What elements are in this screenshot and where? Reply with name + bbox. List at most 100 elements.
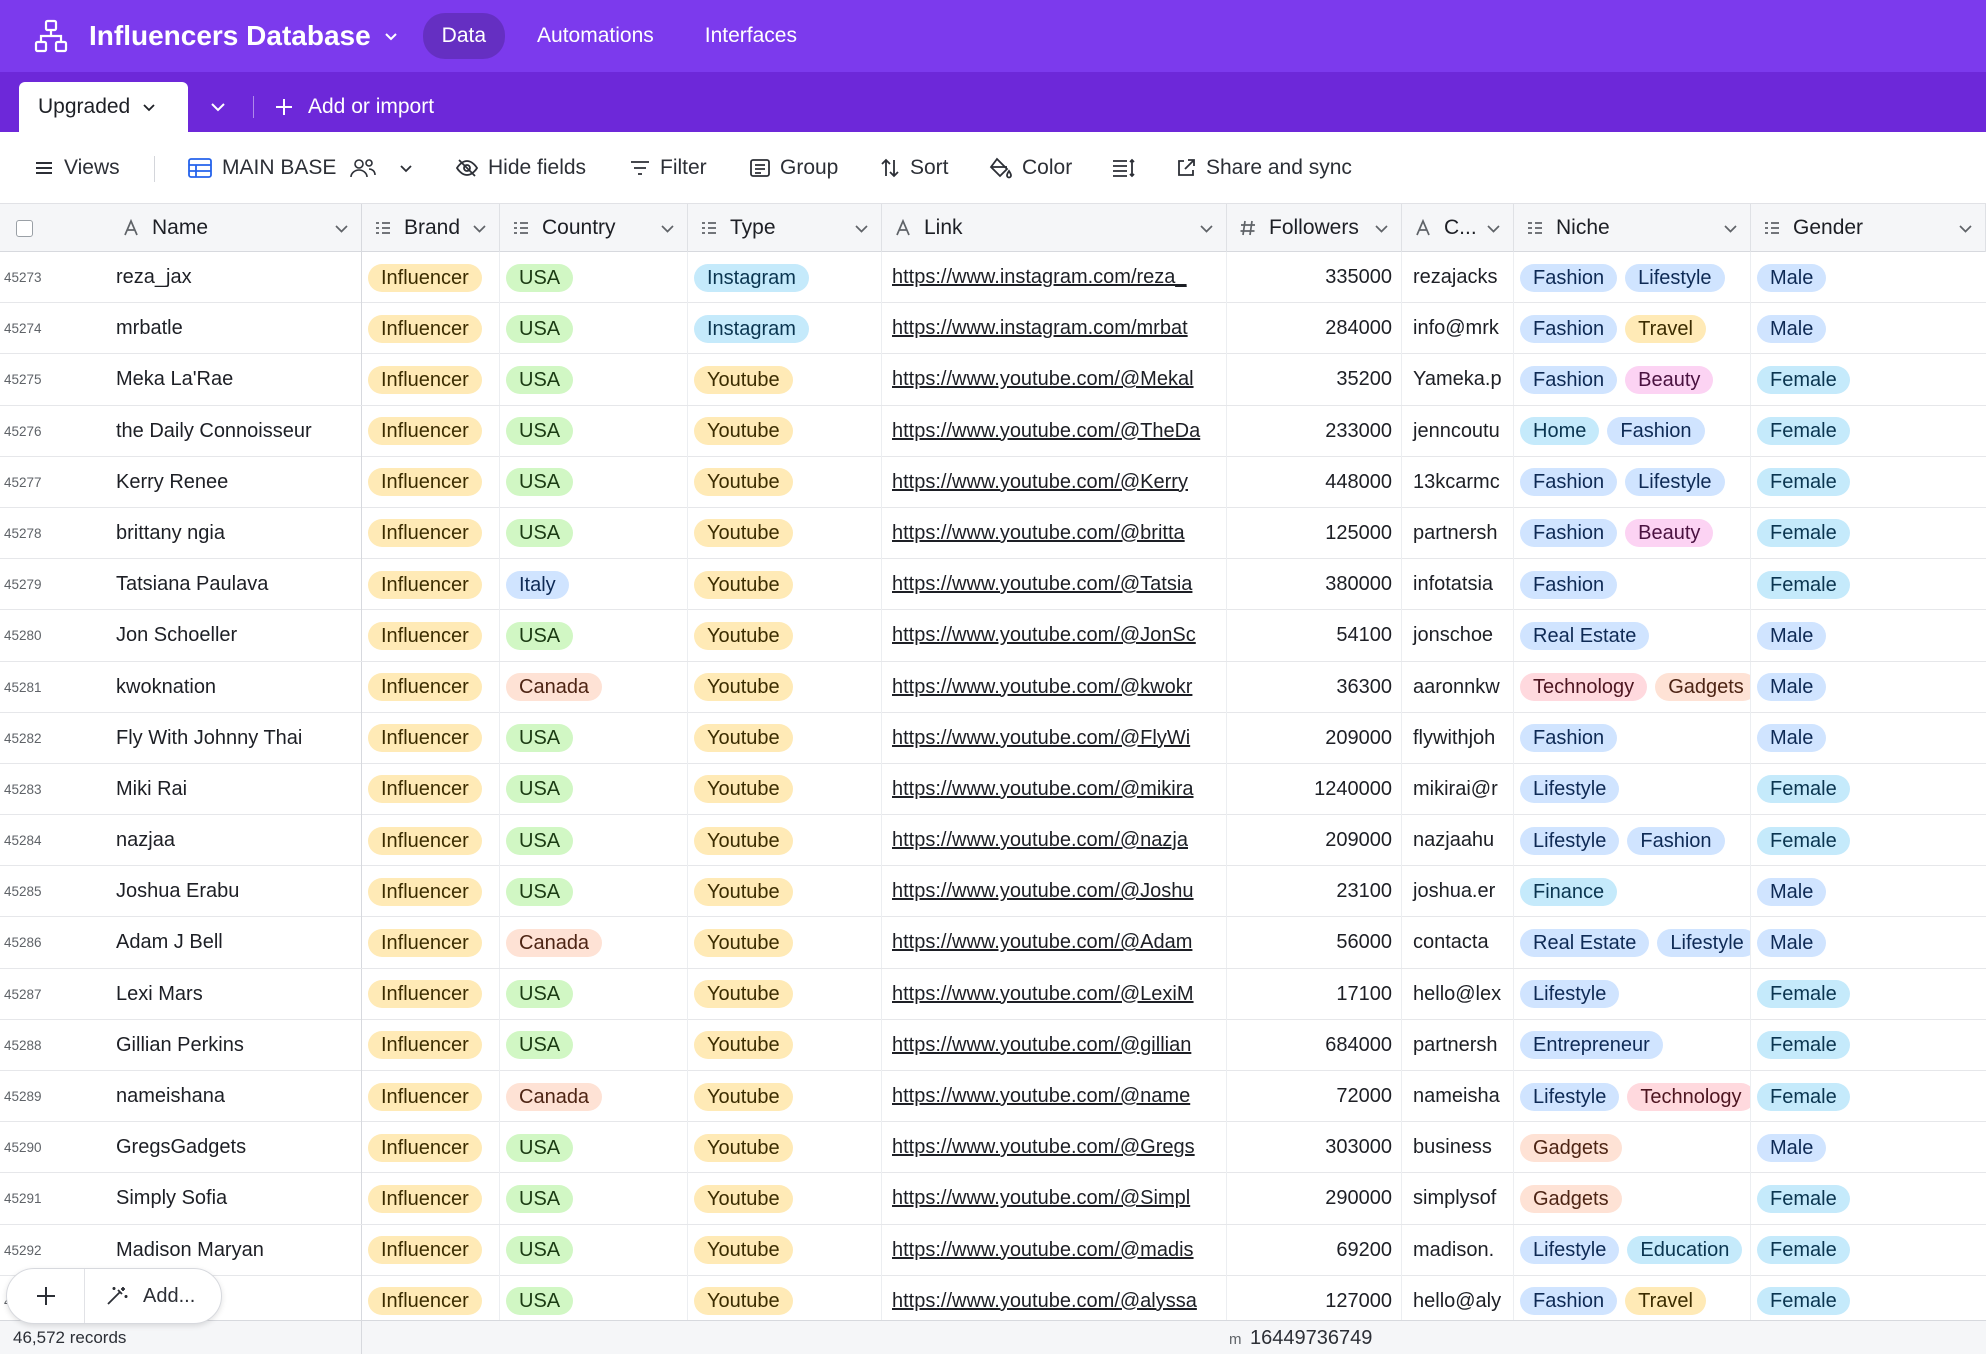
- name-cell[interactable]: kwoknation: [110, 661, 362, 713]
- country-cell[interactable]: USA: [500, 866, 688, 918]
- brand-cell[interactable]: Influencer: [362, 354, 500, 406]
- country-cell[interactable]: USA: [500, 1275, 688, 1320]
- table-row[interactable]: 45286 Adam J Bell Influencer Canada Youtube h…: [0, 917, 1986, 969]
- link-cell[interactable]: https://www.youtube.com/@nazja: [882, 815, 1227, 867]
- gender-cell[interactable]: Female: [1751, 764, 1986, 815]
- followers-cell[interactable]: 335000: [1227, 252, 1402, 303]
- niche-cell[interactable]: Real Estate: [1514, 610, 1751, 662]
- brand-cell[interactable]: Influencer: [362, 405, 500, 457]
- followers-cell[interactable]: 448000: [1227, 456, 1402, 508]
- niche-cell[interactable]: Lifestyle: [1514, 968, 1751, 1020]
- chevron-down-icon[interactable]: [1486, 221, 1501, 236]
- type-cell[interactable]: Youtube: [688, 1122, 882, 1174]
- chevron-down-icon[interactable]: [1958, 221, 1973, 236]
- name-cell[interactable]: mrbatle: [110, 303, 362, 355]
- type-cell[interactable]: Youtube: [688, 507, 882, 559]
- niche-cell[interactable]: Entrepreneur: [1514, 1019, 1751, 1071]
- contact-cell[interactable]: nazjaahu: [1402, 815, 1514, 867]
- country-cell[interactable]: Canada: [500, 917, 688, 969]
- niche-cell[interactable]: Fashion: [1514, 559, 1751, 611]
- gender-cell[interactable]: Male: [1751, 662, 1986, 713]
- name-cell[interactable]: GregsGadgets: [110, 1122, 362, 1174]
- link-cell[interactable]: https://www.youtube.com/@Simpl: [882, 1173, 1227, 1225]
- contact-cell[interactable]: jenncoutu: [1402, 405, 1514, 457]
- name-cell[interactable]: the Daily Connoisseur: [110, 405, 362, 457]
- type-cell[interactable]: Youtube: [688, 456, 882, 508]
- gender-cell[interactable]: Male: [1751, 1122, 1986, 1173]
- table-row[interactable]: 45275 Meka La'Rae Influencer USA Youtube http…: [0, 354, 1986, 406]
- name-cell[interactable]: Miki Rai: [110, 763, 362, 815]
- add-record-button[interactable]: [7, 1269, 85, 1323]
- link-cell[interactable]: https://www.youtube.com/@kwokr: [882, 661, 1227, 713]
- gender-cell[interactable]: Male: [1751, 917, 1986, 968]
- type-cell[interactable]: Youtube: [688, 917, 882, 969]
- country-cell[interactable]: Canada: [500, 1071, 688, 1122]
- contact-cell[interactable]: hello@lex: [1402, 968, 1514, 1020]
- niche-cell[interactable]: Fashion Beauty: [1514, 507, 1751, 559]
- row-height-button[interactable]: [1112, 132, 1146, 204]
- type-cell[interactable]: Youtube: [688, 559, 882, 611]
- column-header-link[interactable]: Link: [882, 204, 1227, 252]
- gender-cell[interactable]: Male: [1751, 610, 1986, 661]
- followers-cell[interactable]: 56000: [1227, 917, 1402, 969]
- name-cell[interactable]: Meka La'Rae: [110, 354, 362, 406]
- table-row[interactable]: 45274 mrbatle Influencer USA Instagram https:…: [0, 303, 1986, 355]
- niche-cell[interactable]: Fashion Beauty: [1514, 354, 1751, 406]
- country-cell[interactable]: USA: [500, 303, 688, 355]
- contact-cell[interactable]: hello@aly: [1402, 1275, 1514, 1320]
- nav-interfaces[interactable]: Interfaces: [686, 13, 816, 59]
- followers-cell[interactable]: 209000: [1227, 712, 1402, 764]
- name-cell[interactable]: Jon Schoeller: [110, 610, 362, 662]
- type-cell[interactable]: Youtube: [688, 661, 882, 713]
- contact-cell[interactable]: Yameka.p: [1402, 354, 1514, 406]
- gender-cell[interactable]: Female: [1751, 457, 1986, 508]
- brand-cell[interactable]: Influencer: [362, 1071, 500, 1122]
- table-row[interactable]: 45282 Fly With Johnny Thai Influencer USA Yo…: [0, 712, 1986, 764]
- share-and-sync-button[interactable]: Share and sync: [1176, 132, 1352, 204]
- type-cell[interactable]: Youtube: [688, 1224, 882, 1276]
- niche-cell[interactable]: Fashion Travel: [1514, 303, 1751, 355]
- brand-cell[interactable]: Influencer: [362, 303, 500, 355]
- gender-cell[interactable]: Male: [1751, 252, 1986, 303]
- country-cell[interactable]: USA: [500, 712, 688, 764]
- name-cell[interactable]: Tatsiana Paulava: [110, 559, 362, 611]
- gender-cell[interactable]: Female: [1751, 1173, 1986, 1224]
- table-row[interactable]: 45284 nazjaa Influencer USA Youtube https://w…: [0, 815, 1986, 867]
- link-cell[interactable]: https://www.youtube.com/@Tatsia: [882, 559, 1227, 611]
- country-cell[interactable]: USA: [500, 1173, 688, 1225]
- brand-cell[interactable]: Influencer: [362, 456, 500, 508]
- gender-cell[interactable]: Female: [1751, 406, 1986, 457]
- link-cell[interactable]: https://www.youtube.com/@britta: [882, 507, 1227, 559]
- contact-cell[interactable]: flywithjoh: [1402, 712, 1514, 764]
- country-cell[interactable]: USA: [500, 405, 688, 457]
- country-cell[interactable]: USA: [500, 815, 688, 867]
- link-cell[interactable]: https://www.youtube.com/@Gregs: [882, 1122, 1227, 1174]
- contact-cell[interactable]: contacta: [1402, 917, 1514, 969]
- type-cell[interactable]: Youtube: [688, 968, 882, 1020]
- column-header-contact[interactable]: C...: [1402, 204, 1514, 252]
- type-cell[interactable]: Youtube: [688, 866, 882, 918]
- chevron-down-icon[interactable]: [1723, 221, 1738, 236]
- country-cell[interactable]: USA: [500, 1019, 688, 1071]
- contact-cell[interactable]: joshua.er: [1402, 866, 1514, 918]
- brand-cell[interactable]: Influencer: [362, 661, 500, 713]
- followers-cell[interactable]: 125000: [1227, 507, 1402, 559]
- add-or-import-button[interactable]: Add or import: [274, 92, 434, 122]
- contact-cell[interactable]: aaronnkw: [1402, 661, 1514, 713]
- link-cell[interactable]: https://www.youtube.com/@JonSc: [882, 610, 1227, 662]
- niche-cell[interactable]: Fashion Lifestyle: [1514, 252, 1751, 303]
- followers-cell[interactable]: 284000: [1227, 303, 1402, 355]
- chevron-down-icon[interactable]: [334, 221, 349, 236]
- select-all-checkbox[interactable]: [16, 220, 33, 237]
- type-cell[interactable]: Youtube: [688, 1275, 882, 1320]
- table-row[interactable]: 45287 Lexi Mars Influencer USA Youtube https:…: [0, 968, 1986, 1020]
- link-cell[interactable]: https://www.youtube.com/@LexiM: [882, 968, 1227, 1020]
- name-cell[interactable]: Fly With Johnny Thai: [110, 712, 362, 764]
- type-cell[interactable]: Youtube: [688, 610, 882, 662]
- contact-cell[interactable]: rezajacks: [1402, 252, 1514, 303]
- contact-cell[interactable]: madison.: [1402, 1224, 1514, 1276]
- filter-button[interactable]: Filter: [630, 132, 707, 204]
- country-cell[interactable]: Italy: [500, 559, 688, 611]
- followers-cell[interactable]: 35200: [1227, 354, 1402, 406]
- followers-cell[interactable]: 303000: [1227, 1122, 1402, 1174]
